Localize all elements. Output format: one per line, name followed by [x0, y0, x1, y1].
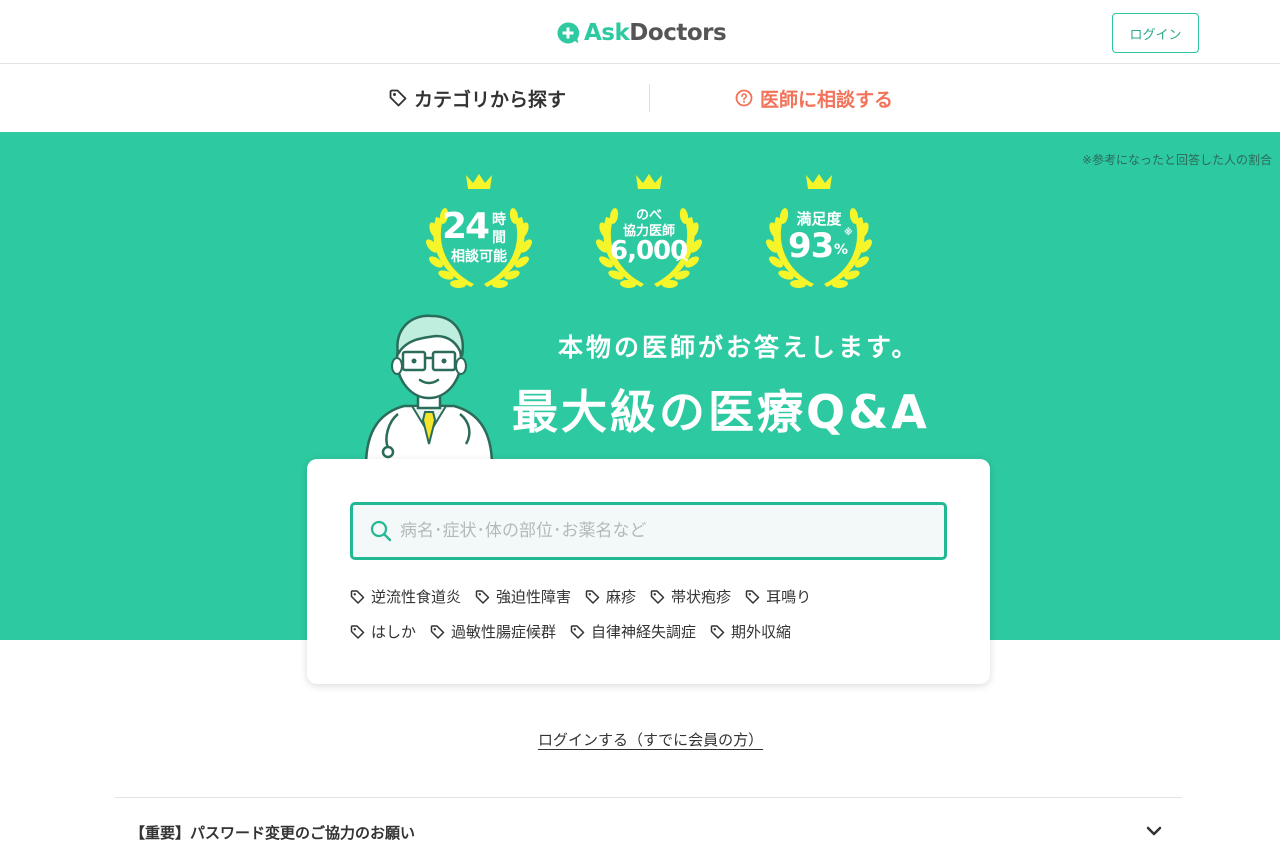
badge-24-sub: 相談可能 [451, 249, 507, 265]
tag-label: 期外収縮 [731, 623, 792, 641]
badge-24-unit-top: 時 [492, 212, 506, 228]
tag-link[interactable]: 期外収縮 [710, 621, 791, 642]
tag-link[interactable]: 帯状疱疹 [650, 586, 731, 607]
tag-label: はしか [371, 623, 417, 641]
notice-title: 【重要】パスワード変更のご協力のお願い [130, 824, 416, 842]
tag-link[interactable]: 耳鳴り [745, 586, 811, 607]
badge-satisfaction: 満足度 93 % ※ [756, 172, 882, 296]
badge-satisfaction-mark: ※ [844, 228, 853, 238]
nav-consult-label: 医師に相談する [760, 88, 894, 111]
tag-icon [570, 624, 585, 639]
logo-text: AskDoctors [584, 20, 727, 46]
tag-link[interactable]: 逆流性食道炎 [350, 586, 461, 607]
search-icon [370, 520, 392, 542]
nav-category-label: カテゴリから探す [414, 88, 567, 111]
tag-row: はしか 過敏性腸症候群 自律神経失調症 期外収縮 [350, 614, 950, 649]
nav-divider [649, 84, 650, 112]
tag-link[interactable]: はしか [350, 621, 416, 642]
search-card: 逆流性食道炎 強迫性障害 麻疹 帯状疱疹 耳鳴り はしか 過敏性腸症候群 自律神… [307, 459, 990, 684]
hero-footnote: ※参考になったと回答した人の割合 [1081, 153, 1272, 167]
tag-label: 強迫性障害 [496, 588, 572, 606]
tag-icon [745, 589, 760, 604]
tag-label: 帯状疱疹 [671, 588, 732, 606]
badge-24-unit-bottom: 間 [492, 230, 506, 246]
tag-icon [350, 589, 365, 604]
tag-icon [430, 624, 445, 639]
tag-link[interactable]: 麻疹 [585, 586, 636, 607]
question-bubble-icon [735, 89, 753, 107]
tag-row: 逆流性食道炎 強迫性障害 麻疹 帯状疱疹 耳鳴り [350, 579, 950, 614]
main-nav: カテゴリから探す 医師に相談する [0, 64, 1280, 132]
search-box[interactable] [350, 502, 947, 560]
notice-accordion[interactable]: 【重要】パスワード変更のご協力のお願い [115, 797, 1182, 853]
nav-category-search[interactable]: カテゴリから探す [388, 64, 566, 132]
search-input[interactable] [400, 521, 920, 541]
tag-label: 麻疹 [606, 588, 637, 606]
tag-icon [650, 589, 665, 604]
badge-24-number: 24 [442, 206, 490, 247]
tag-link[interactable]: 過敏性腸症候群 [430, 621, 556, 642]
tag-icon [475, 589, 490, 604]
tag-label: 耳鳴り [766, 588, 812, 606]
tag-icon [585, 589, 600, 604]
logo-plus-bubble-icon [557, 22, 580, 44]
badge-satisfaction-text: 満足度 93 % ※ [756, 172, 882, 296]
hero-headline: 最大級の医療Q&A [512, 385, 930, 439]
tag-label: 自律神経失調症 [591, 623, 697, 641]
badge-24-hours: 24 時 間 相談可能 [416, 172, 542, 296]
site-logo[interactable]: AskDoctors [556, 19, 727, 47]
popular-tags: 逆流性食道炎 強迫性障害 麻疹 帯状疱疹 耳鳴り はしか 過敏性腸症候群 自律神… [350, 579, 950, 649]
tag-link[interactable]: 強迫性障害 [475, 586, 571, 607]
tag-icon [389, 89, 407, 107]
badge-doctors-text: のべ 協力医師 6,000 人 [586, 172, 712, 296]
member-login-link[interactable]: ログインする（すでに会員の方） [538, 729, 763, 750]
badge-doctors-unit: 人 [676, 249, 689, 263]
badge-satisfaction-number: 93 [788, 226, 834, 266]
badge-doctors: のべ 協力医師 6,000 人 [586, 172, 712, 296]
tag-label: 過敏性腸症候群 [451, 623, 557, 641]
chevron-down-icon [1146, 826, 1162, 836]
login-button[interactable]: ログイン [1112, 13, 1199, 53]
tag-icon [350, 624, 365, 639]
site-header: AskDoctors ログイン [0, 0, 1280, 64]
doctor-illustration [364, 314, 494, 466]
hero-tagline: 本物の医師がお答えします。 [558, 333, 920, 362]
nav-consult-doctor[interactable]: 医師に相談する [734, 64, 893, 132]
tag-icon [710, 624, 725, 639]
badge-24-text: 24 時 間 相談可能 [416, 172, 542, 296]
badge-satisfaction-unit: % [834, 242, 849, 258]
tag-label: 逆流性食道炎 [371, 588, 462, 606]
tag-link[interactable]: 自律神経失調症 [570, 621, 696, 642]
